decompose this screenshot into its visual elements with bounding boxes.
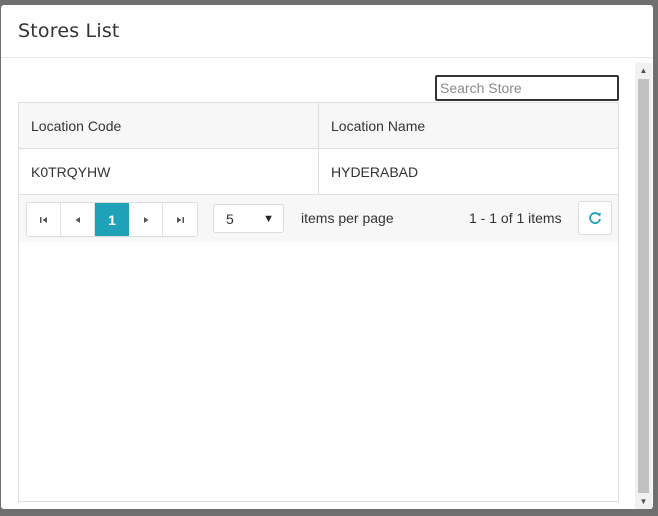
refresh-button[interactable] — [578, 201, 612, 235]
page-size-value: 5 — [226, 210, 234, 227]
table-row[interactable]: K0TRQYHW HYDERABAD — [19, 149, 618, 195]
refresh-icon — [589, 212, 601, 224]
first-page-button[interactable] — [27, 203, 61, 236]
scroll-down-icon[interactable]: ▼ — [635, 494, 652, 509]
items-per-page-label: items per page — [301, 210, 394, 226]
next-page-button[interactable] — [129, 203, 163, 236]
first-page-icon — [39, 216, 47, 223]
column-header-location-code[interactable]: Location Code — [19, 103, 319, 148]
modal-title: Stores List — [18, 20, 120, 42]
chevron-down-icon: ▼ — [263, 212, 274, 225]
next-page-icon — [143, 216, 148, 223]
scroll-thumb[interactable] — [638, 79, 649, 493]
location-name-cell: HYDERABAD — [331, 163, 419, 180]
prev-page-icon — [75, 216, 80, 223]
vertical-scrollbar[interactable]: ▲ ▼ — [635, 63, 652, 509]
stores-grid: Location Code Location Name K0TRQYHW HYD… — [18, 102, 619, 502]
last-page-button[interactable] — [163, 203, 197, 236]
page-size-select[interactable]: 5 ▼ — [213, 204, 284, 233]
pager-info: 1 - 1 of 1 items — [469, 210, 562, 226]
scroll-up-icon[interactable]: ▲ — [635, 63, 652, 78]
stores-list-modal: Stores List Location Code Location Name … — [1, 5, 653, 509]
column-header-location-name[interactable]: Location Name — [319, 103, 618, 148]
location-code-cell: K0TRQYHW — [19, 149, 319, 194]
modal-header: Stores List — [1, 5, 653, 58]
search-store-input[interactable] — [435, 75, 619, 101]
last-page-icon — [177, 216, 184, 223]
page-button-current[interactable]: 1 — [95, 203, 129, 236]
pager-nav: 1 — [26, 202, 198, 237]
grid-header: Location Code Location Name — [19, 103, 618, 149]
pager: 1 5 ▼ items per page 1 - 1 of 1 items — [19, 195, 618, 242]
prev-page-button[interactable] — [61, 203, 95, 236]
